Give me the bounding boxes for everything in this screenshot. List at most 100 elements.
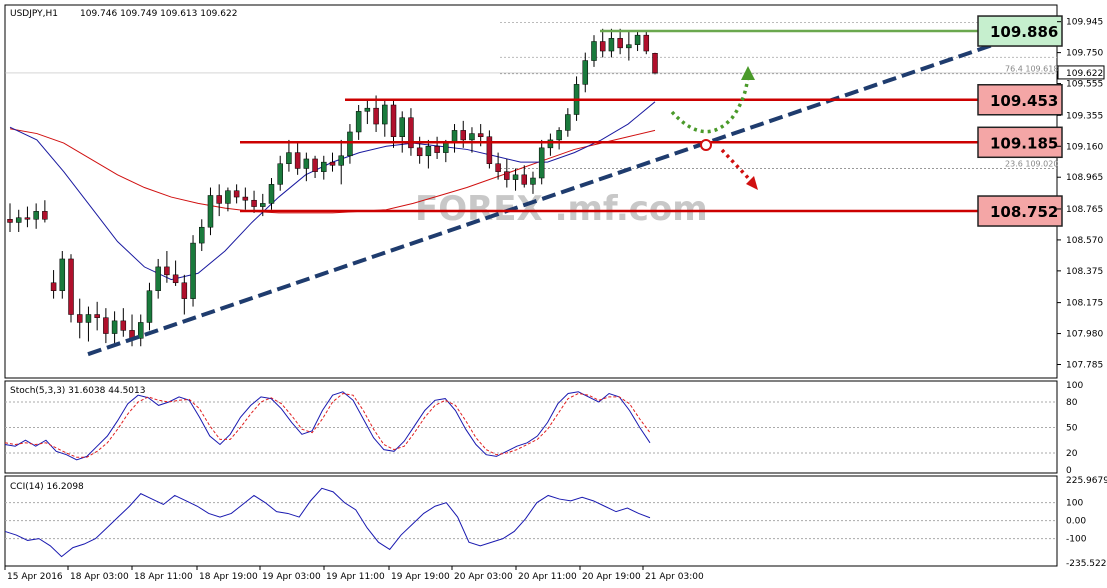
candle-body bbox=[76, 314, 83, 323]
candle-body bbox=[155, 266, 161, 291]
cci-label: CCI(14) 16.2098 bbox=[10, 482, 84, 492]
ohlc-readout: 109.746 109.749 109.613 109.622 bbox=[80, 9, 237, 19]
candle-body bbox=[172, 274, 179, 284]
candle-body bbox=[103, 317, 109, 334]
stoch-label: Stoch(5,3,3) 31.6038 44.5013 bbox=[10, 386, 145, 396]
candle-body bbox=[626, 44, 632, 49]
candle-body bbox=[68, 258, 74, 315]
price-tick-label: 107.980 bbox=[1066, 330, 1103, 340]
cci-tick-label: -100 bbox=[1066, 535, 1087, 545]
candle-body bbox=[268, 184, 275, 204]
time-tick-label: 19 Apr 03:00 bbox=[262, 572, 321, 582]
candle-body bbox=[85, 314, 92, 323]
candle-body bbox=[512, 174, 519, 180]
fib-label: 23.6 109.020 bbox=[1005, 159, 1058, 168]
time-tick-label: 18 Apr 03:00 bbox=[70, 572, 129, 582]
candle-body bbox=[460, 130, 466, 141]
level-label: 109.453 bbox=[990, 92, 1058, 110]
stoch-tick-label: 0 bbox=[1066, 466, 1072, 476]
chart-canvas[interactable]: USDJPY,H1 109.746 109.749 109.613 109.62… bbox=[0, 0, 1107, 588]
candle-body bbox=[7, 219, 13, 223]
price-tick-label: 108.375 bbox=[1066, 267, 1103, 277]
candle-body bbox=[111, 320, 118, 334]
candle-body bbox=[181, 282, 188, 299]
candle-body bbox=[495, 163, 501, 172]
price-tick-label: 108.765 bbox=[1066, 205, 1103, 215]
candle-body bbox=[50, 282, 57, 291]
candle-body bbox=[556, 130, 562, 141]
candle-body bbox=[591, 41, 597, 61]
candle-body bbox=[599, 41, 606, 52]
candle-body bbox=[146, 290, 153, 323]
candle-body bbox=[608, 38, 615, 52]
candle-body bbox=[355, 111, 362, 133]
candle-body bbox=[425, 146, 432, 157]
candle-body bbox=[303, 158, 310, 169]
candle-body bbox=[15, 217, 22, 223]
candle-body bbox=[530, 177, 536, 185]
price-tick-label: 108.175 bbox=[1066, 299, 1103, 309]
candle-body bbox=[94, 314, 100, 318]
level-label: 108.752 bbox=[990, 203, 1058, 221]
time-tick-label: 19 Apr 11:00 bbox=[326, 572, 385, 582]
chart-background bbox=[0, 0, 1107, 588]
symbol-label: USDJPY,H1 bbox=[10, 9, 58, 19]
cci-tick-label: 100 bbox=[1066, 499, 1083, 509]
time-tick-label: 20 Apr 03:00 bbox=[454, 572, 513, 582]
breakout-marker bbox=[700, 139, 712, 151]
level-label: 109.185 bbox=[990, 134, 1058, 152]
stoch-tick-label: 100 bbox=[1066, 381, 1083, 391]
candle-body bbox=[242, 196, 249, 201]
candle-body bbox=[347, 131, 353, 157]
fib-label: 76.4 109.618 bbox=[1005, 65, 1058, 74]
price-tick-label: 107.785 bbox=[1066, 361, 1103, 371]
candle-body bbox=[399, 117, 405, 137]
candle-body bbox=[390, 104, 397, 137]
candle-body bbox=[120, 320, 127, 331]
stoch-tick-label: 50 bbox=[1066, 424, 1078, 434]
candle-body bbox=[321, 161, 327, 172]
candle-body bbox=[207, 195, 214, 228]
candle-body bbox=[652, 53, 658, 74]
current-price-label: 109.622 bbox=[1066, 69, 1103, 79]
candle-body bbox=[521, 174, 528, 185]
candle-body bbox=[312, 158, 318, 172]
watermark: FOREX .mf.com bbox=[415, 189, 708, 229]
candle-body bbox=[416, 147, 423, 157]
time-tick-label: 18 Apr 11:00 bbox=[134, 572, 193, 582]
candle-body bbox=[277, 163, 283, 185]
stoch-tick-label: 80 bbox=[1066, 398, 1078, 408]
candle-body bbox=[486, 136, 493, 164]
candle-body bbox=[634, 34, 641, 45]
candle-body bbox=[617, 38, 623, 49]
candle-body bbox=[24, 217, 31, 220]
candle-body bbox=[33, 211, 39, 220]
candle-body bbox=[216, 195, 222, 204]
candle-body bbox=[260, 203, 266, 207]
candle-body bbox=[225, 190, 231, 204]
price-tick-label: 109.355 bbox=[1066, 111, 1103, 121]
candle-body bbox=[582, 60, 589, 85]
candle-body bbox=[538, 147, 545, 179]
level-label: 109.886 bbox=[990, 23, 1058, 41]
candle-body bbox=[382, 104, 388, 125]
candle-body bbox=[469, 133, 475, 141]
candle-body bbox=[233, 190, 240, 198]
candle-body bbox=[329, 161, 336, 166]
candle-body bbox=[443, 142, 449, 153]
price-tick-label: 109.160 bbox=[1066, 142, 1103, 152]
price-tick-label: 108.570 bbox=[1066, 236, 1103, 246]
time-tick-label: 19 Apr 19:00 bbox=[391, 572, 450, 582]
price-tick-label: 109.750 bbox=[1066, 49, 1103, 59]
time-tick-label: 20 Apr 19:00 bbox=[582, 572, 641, 582]
cci-tick-label: 225.9679 bbox=[1066, 476, 1107, 486]
candle-body bbox=[504, 171, 510, 180]
cci-tick-label: -235.5224 bbox=[1066, 559, 1107, 569]
time-tick-label: 15 Apr 2016 bbox=[7, 572, 63, 582]
stoch-tick-label: 20 bbox=[1066, 449, 1078, 459]
candle-body bbox=[251, 199, 257, 207]
candle-body bbox=[477, 133, 484, 137]
candle-body bbox=[643, 34, 650, 52]
candle-body bbox=[338, 155, 344, 166]
candle-body bbox=[364, 107, 371, 112]
